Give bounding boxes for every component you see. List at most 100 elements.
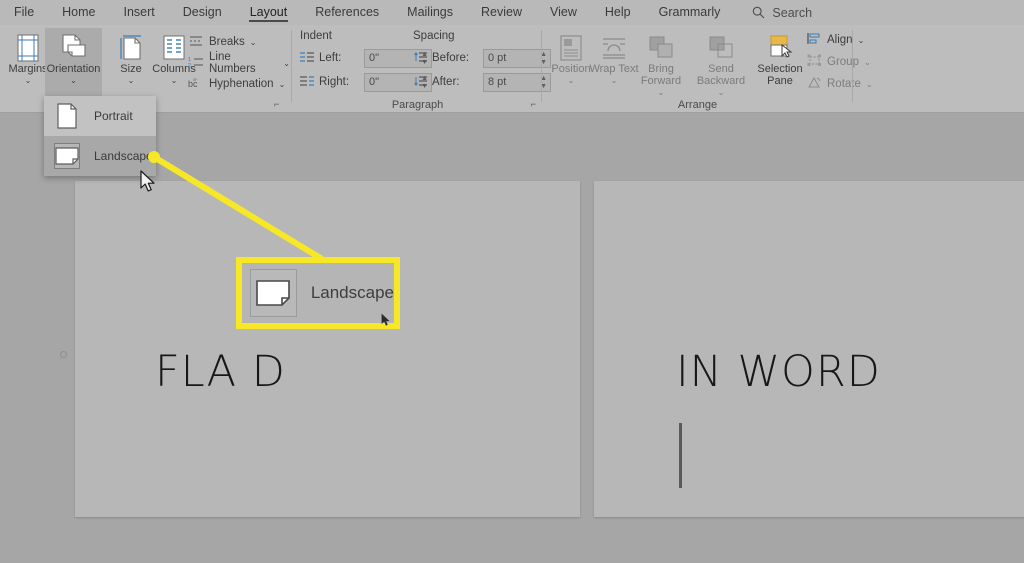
- tab-layout[interactable]: Layout: [236, 0, 302, 25]
- search-box[interactable]: Search: [752, 6, 812, 20]
- tab-label: Insert: [123, 5, 155, 19]
- tab-label: Home: [62, 5, 96, 19]
- mouse-cursor-small: [381, 313, 390, 326]
- align-button[interactable]: Align ⌄: [807, 31, 864, 49]
- page-left-text: FLA D: [155, 347, 286, 397]
- search-label: Search: [772, 5, 813, 20]
- indent-heading: Indent: [300, 30, 332, 42]
- chevron-down-icon[interactable]: ⌄: [718, 88, 725, 98]
- tab-insert[interactable]: Insert: [110, 0, 169, 25]
- spacing-after-row: After: 8 pt ▲ ▼: [413, 72, 551, 92]
- bring-forward-label: Bring Forward: [640, 63, 682, 87]
- spacing-after-label: After:: [432, 76, 460, 88]
- tab-view[interactable]: View: [536, 0, 591, 25]
- page-right-text: IN WORD: [676, 347, 881, 397]
- tab-mailings[interactable]: Mailings: [393, 0, 467, 25]
- landscape-icon-zoomed: [250, 269, 297, 317]
- tab-design[interactable]: Design: [169, 0, 236, 25]
- send-backward-button[interactable]: Send Backward ⌄: [690, 28, 752, 100]
- chevron-down-icon[interactable]: ⌄: [858, 36, 865, 45]
- group-paragraph: Indent Spacing Left: 0" ▲ ▼ Right: 0" ▲ …: [295, 25, 551, 113]
- page-setup-dialog-launcher[interactable]: ⌐: [274, 99, 279, 109]
- chevron-down-icon[interactable]: ⌄: [279, 80, 286, 89]
- bring-forward-button[interactable]: Bring Forward ⌄: [631, 28, 691, 100]
- chevron-down-icon[interactable]: ⌄: [250, 38, 257, 47]
- tab-home[interactable]: Home: [48, 0, 109, 25]
- chevron-down-icon[interactable]: ⌄: [866, 80, 873, 89]
- chevron-down-icon[interactable]: ⌄: [568, 76, 575, 86]
- document-page-left[interactable]: FLA D: [75, 181, 580, 517]
- columns-icon: [160, 33, 188, 63]
- orientation-button[interactable]: Orientation ⌄: [45, 28, 102, 100]
- rotate-button[interactable]: Rotate ⌄: [807, 75, 873, 93]
- document-page-right[interactable]: IN WORD: [594, 181, 1024, 517]
- svg-text:a-: a-: [193, 77, 198, 83]
- rotate-label: Rotate: [827, 78, 861, 90]
- align-label: Align: [827, 34, 853, 46]
- orientation-dropdown-menu[interactable]: Portrait Landscape: [44, 96, 156, 176]
- send-backward-label: Send Backward: [696, 63, 746, 87]
- hyphenation-icon: bc a-: [188, 76, 204, 93]
- hyphenation-label: Hyphenation: [209, 78, 274, 90]
- group-arrange: Position ⌄ Wrap Text ⌄ Bring Forward ⌄ S…: [545, 25, 873, 113]
- chevron-down-icon[interactable]: ⌄: [283, 59, 290, 68]
- tab-label: References: [315, 5, 380, 19]
- spacing-after-value: 8 pt: [488, 76, 507, 88]
- paragraph-dialog-launcher[interactable]: ⌐: [531, 99, 536, 109]
- chevron-down-icon[interactable]: ⌄: [128, 76, 135, 86]
- chevron-down-icon[interactable]: ⌄: [864, 58, 871, 67]
- bring-forward-icon: [647, 33, 675, 63]
- spacing-before-value: 0 pt: [488, 52, 507, 64]
- spacing-heading: Spacing: [413, 30, 455, 42]
- chevron-down-icon[interactable]: ⌄: [25, 76, 32, 86]
- size-label: Size: [120, 63, 142, 75]
- selection-pane-icon: [765, 33, 795, 63]
- chevron-down-icon[interactable]: ⌄: [658, 88, 665, 98]
- breaks-icon: [188, 34, 204, 51]
- breaks-label: Breaks: [209, 36, 245, 48]
- svg-text:2: 2: [188, 63, 191, 69]
- indent-right-value: 0": [369, 76, 380, 88]
- tab-review[interactable]: Review: [467, 0, 536, 25]
- zoom-callout-landscape: Landscape: [236, 257, 400, 329]
- margins-icon: [14, 33, 42, 63]
- spacing-after-icon: [413, 75, 427, 90]
- margins-label: Margins: [8, 63, 48, 75]
- tab-grammarly[interactable]: Grammarly: [645, 0, 735, 25]
- group-divider: [291, 30, 292, 102]
- spacing-before-row: Before: 0 pt ▲ ▼: [413, 48, 551, 68]
- chevron-down-icon[interactable]: ⌄: [611, 76, 618, 86]
- group-icon: [807, 54, 822, 70]
- selection-pane-button[interactable]: Selection Pane: [752, 28, 808, 100]
- breaks-button[interactable]: Breaks ⌄: [188, 33, 257, 51]
- tab-help[interactable]: Help: [591, 0, 645, 25]
- callout-label: Landscape: [310, 283, 394, 302]
- indent-left-value: 0": [369, 52, 380, 64]
- position-label: Position: [551, 63, 591, 75]
- tab-label: Design: [182, 5, 222, 19]
- tab-label: Grammarly: [658, 5, 721, 19]
- orientation-icon: [59, 33, 89, 63]
- hyphenation-button[interactable]: bc a- Hyphenation ⌄: [188, 75, 285, 93]
- portrait-label: Portrait: [94, 109, 133, 123]
- paragraph-group-label: Paragraph: [391, 99, 444, 111]
- ribbon-tab-bar: File Home Insert Design Layout Reference…: [0, 0, 1024, 25]
- line-numbers-button[interactable]: 12 Line Numbers ⌄: [188, 51, 290, 75]
- menu-item-portrait[interactable]: Portrait: [44, 96, 156, 136]
- chevron-down-icon[interactable]: ⌄: [171, 76, 178, 86]
- landscape-label: Landscape: [94, 149, 153, 163]
- indent-left-icon: [300, 51, 314, 66]
- tab-references[interactable]: References: [301, 0, 393, 25]
- spacing-before-label: Before:: [432, 52, 470, 64]
- text-cursor: [679, 423, 682, 488]
- line-numbers-label: Line Numbers: [209, 51, 256, 75]
- send-backward-icon: [707, 33, 735, 63]
- position-icon: [558, 33, 584, 63]
- group-button[interactable]: Group ⌄: [807, 53, 871, 71]
- chevron-down-icon[interactable]: ⌄: [70, 76, 77, 86]
- tab-file[interactable]: File: [0, 0, 48, 25]
- size-icon: [117, 33, 145, 63]
- tab-label: Review: [481, 5, 523, 19]
- margin-marker: [60, 351, 67, 358]
- group-label-text: Group: [827, 56, 859, 68]
